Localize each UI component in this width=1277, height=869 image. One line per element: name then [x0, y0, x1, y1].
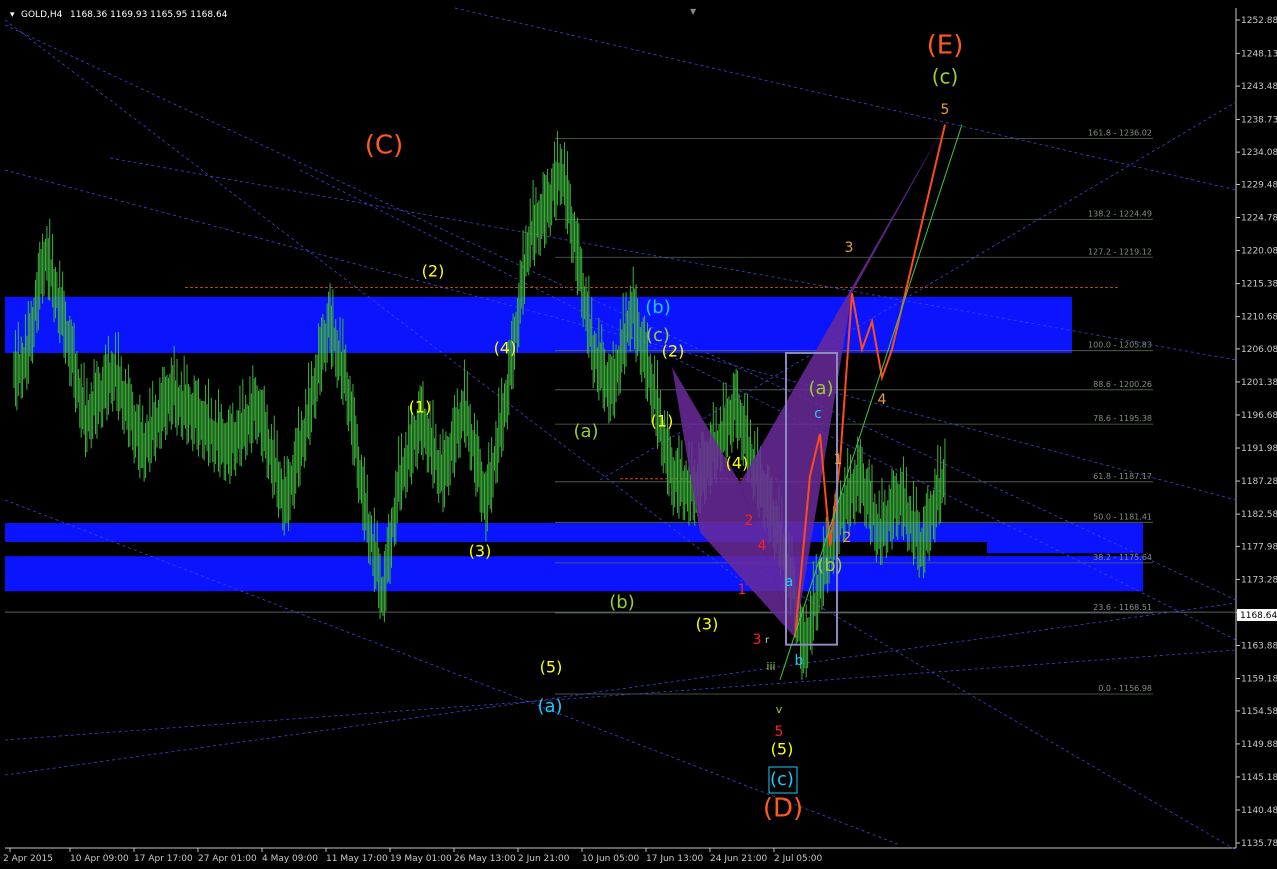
wave-label: (a): [573, 421, 598, 442]
wave-label: (a): [808, 378, 833, 399]
price-tick-label: 1234.08: [1241, 148, 1277, 158]
price-tick-label: 1201.38: [1241, 378, 1277, 388]
fib-level-label: 161.8 - 1236.02: [1088, 128, 1152, 137]
wave-label: (c): [770, 769, 794, 790]
wave-label: (2): [662, 342, 685, 361]
wave-label: (1): [409, 398, 432, 417]
price-tick-label: 1252.88: [1241, 16, 1277, 26]
zone-gap: [5, 542, 987, 557]
fib-level-label: 78.6 - 1195.38: [1093, 414, 1152, 423]
current-price-text: 1168.64: [1240, 611, 1277, 621]
wave-label: (3): [469, 542, 492, 561]
price-tick-label: 1248.13: [1241, 49, 1277, 59]
ohlc-values: 1168.36 1169.93 1165.95 1168.64: [70, 10, 228, 20]
price-tick-label: 1243.48: [1241, 82, 1277, 92]
wave-label: (b): [609, 592, 634, 613]
chart-window[interactable]: 161.8 - 1236.02 138.2 - 1224.49 127.2 - 12…: [0, 0, 1277, 865]
price-tick-label: 1177.98: [1241, 542, 1277, 552]
time-tick-label: 11 May 17:00: [326, 854, 388, 864]
symbol-timeframe: GOLD,H4: [21, 10, 63, 20]
price-tick-label: 1206.08: [1241, 345, 1277, 355]
price-tick-label: 1191.98: [1241, 444, 1277, 454]
price-tick-label: 1215.38: [1241, 280, 1277, 290]
time-tick-label: 2 Apr 2015: [3, 854, 53, 864]
time-tick-label: 17 Jun 13:00: [646, 854, 703, 864]
time-tick-label: 10 Jun 05:00: [582, 854, 639, 864]
fib-level-label: 50.0 - 1181.41: [1093, 512, 1152, 521]
wave-label: (4): [726, 454, 749, 473]
wave-label: (E): [927, 31, 964, 61]
wave-label: 3: [753, 632, 762, 648]
time-tick-label: 26 May 13:00: [454, 854, 516, 864]
time-tick-label: 2 Jun 21:00: [518, 854, 570, 864]
price-chart[interactable]: 161.8 - 1236.02 138.2 - 1224.49 127.2 - 12…: [0, 0, 1277, 865]
wave-label: b: [795, 653, 804, 669]
time-tick-label: 2 Jul 05:00: [774, 854, 823, 864]
price-tick-label: 1135.78: [1241, 839, 1277, 849]
price-tick-label: 1149.88: [1241, 740, 1277, 750]
price-tick-label: 1173.28: [1241, 575, 1277, 585]
wave-label: (5): [540, 658, 563, 677]
wave-label: c: [814, 406, 822, 422]
wave-label: 2: [843, 530, 852, 546]
price-tick-label: 1196.68: [1241, 411, 1277, 421]
wave-label: (5): [771, 740, 794, 759]
wave-label: 3: [845, 240, 854, 256]
wave-label: (1): [651, 412, 674, 431]
fib-level-label: 88.6 - 1200.26: [1093, 380, 1152, 389]
time-tick-label: 19 May 01:00: [390, 854, 452, 864]
price-tick-label: 1229.48: [1241, 180, 1277, 190]
time-tick-label: 17 Apr 17:00: [134, 854, 193, 864]
price-tick-label: 1163.88: [1241, 642, 1277, 652]
wave-label: 4: [878, 392, 887, 408]
fib-level-label: 138.2 - 1224.49: [1088, 210, 1152, 219]
header-arrow-icon: ▾: [10, 10, 15, 20]
wave-label: (b): [645, 297, 670, 318]
wave-label: (C): [365, 131, 403, 161]
wave-label: iii: [766, 660, 775, 673]
price-tick-label: 1220.08: [1241, 247, 1277, 257]
time-tick-label: 27 Apr 01:00: [198, 854, 257, 864]
price-tick-label: 1224.78: [1241, 213, 1277, 223]
price-tick-label: 1154.58: [1241, 707, 1277, 717]
price-tick-label: 1159.18: [1241, 675, 1277, 685]
wave-label: 4: [758, 538, 767, 554]
fib-level-label: 61.8 - 1187.17: [1093, 472, 1152, 481]
wave-label: (3): [696, 615, 719, 634]
price-tick-label: 1210.68: [1241, 313, 1277, 323]
wave-label: (b): [817, 555, 842, 576]
price-tick-label: 1182.58: [1241, 510, 1277, 520]
wave-label: (4): [494, 339, 517, 358]
time-tick-label: 24 Jun 21:00: [710, 854, 767, 864]
price-tick-label: 1140.48: [1241, 806, 1277, 816]
time-tick-label: 4 May 09:00: [262, 854, 318, 864]
wave-label: (c): [932, 65, 959, 89]
wave-label: 2: [745, 513, 754, 529]
time-tick-label: 10 Apr 09:00: [70, 854, 129, 864]
wave-label: 1: [834, 452, 843, 468]
wave-label: 5: [941, 102, 950, 118]
fib-level-label: 23.6 - 1168.51: [1093, 603, 1152, 612]
wave-label: (D): [763, 794, 803, 824]
price-tick-label: 1145.18: [1241, 773, 1277, 783]
fib-level-label: 38.2 - 1175.64: [1093, 553, 1152, 562]
wave-label: 1: [738, 582, 747, 598]
upper-resistance-zone: [5, 296, 1072, 353]
fib-level-label: 127.2 - 1219.12: [1088, 247, 1152, 256]
wave-label: (a): [537, 696, 562, 717]
wave-label: (2): [422, 262, 445, 281]
price-tick-label: 1238.73: [1241, 115, 1277, 125]
fib-level-label: 0.0 - 1156.98: [1098, 684, 1152, 693]
fib-level-label: 100.0 - 1205.83: [1088, 341, 1152, 350]
lower-support-zone: [5, 556, 1143, 592]
wave-label: a: [785, 574, 794, 590]
wave-label: 5: [775, 724, 784, 740]
scroll-marker-icon[interactable]: ▼: [690, 7, 697, 16]
price-tick-label: 1187.28: [1241, 477, 1277, 487]
wave-label: v: [776, 703, 783, 716]
